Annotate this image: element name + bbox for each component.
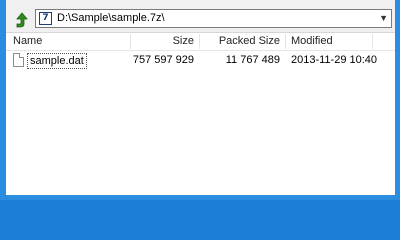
file-modified: 2013-11-29 10:40	[291, 54, 378, 66]
path-text: D:\Sample\sample.7z\	[57, 12, 165, 24]
window-frame-bottom	[0, 195, 400, 200]
list-item[interactable]: sample.dat 757 597 929 11 767 489 2013-1…	[6, 52, 395, 69]
column-header-modified[interactable]: Modified	[291, 33, 333, 50]
column-header-name[interactable]: Name	[13, 33, 42, 50]
list-header: Name Size Packed Size Modified	[6, 33, 395, 51]
column-header-packed-size[interactable]: Packed Size	[200, 33, 280, 50]
file-packed-size: 11 767 489	[225, 54, 280, 66]
window-frame-right	[395, 0, 400, 200]
up-folder-button[interactable]	[10, 9, 34, 31]
archive-icon: 7	[39, 12, 52, 25]
chevron-down-icon[interactable]: ▼	[379, 14, 388, 23]
file-icon	[13, 53, 24, 67]
column-divider[interactable]	[372, 34, 373, 49]
column-divider[interactable]	[285, 34, 286, 49]
address-bar: 7 D:\Sample\sample.7z\ ▼	[6, 6, 395, 33]
file-list[interactable]: Name Size Packed Size Modified sample.da…	[6, 33, 395, 195]
file-name: sample.dat	[27, 53, 87, 69]
path-combobox[interactable]: 7 D:\Sample\sample.7z\ ▼	[35, 9, 392, 28]
column-header-size[interactable]: Size	[131, 33, 194, 50]
file-size: 757 597 929	[132, 54, 194, 66]
up-arrow-icon	[16, 12, 28, 28]
